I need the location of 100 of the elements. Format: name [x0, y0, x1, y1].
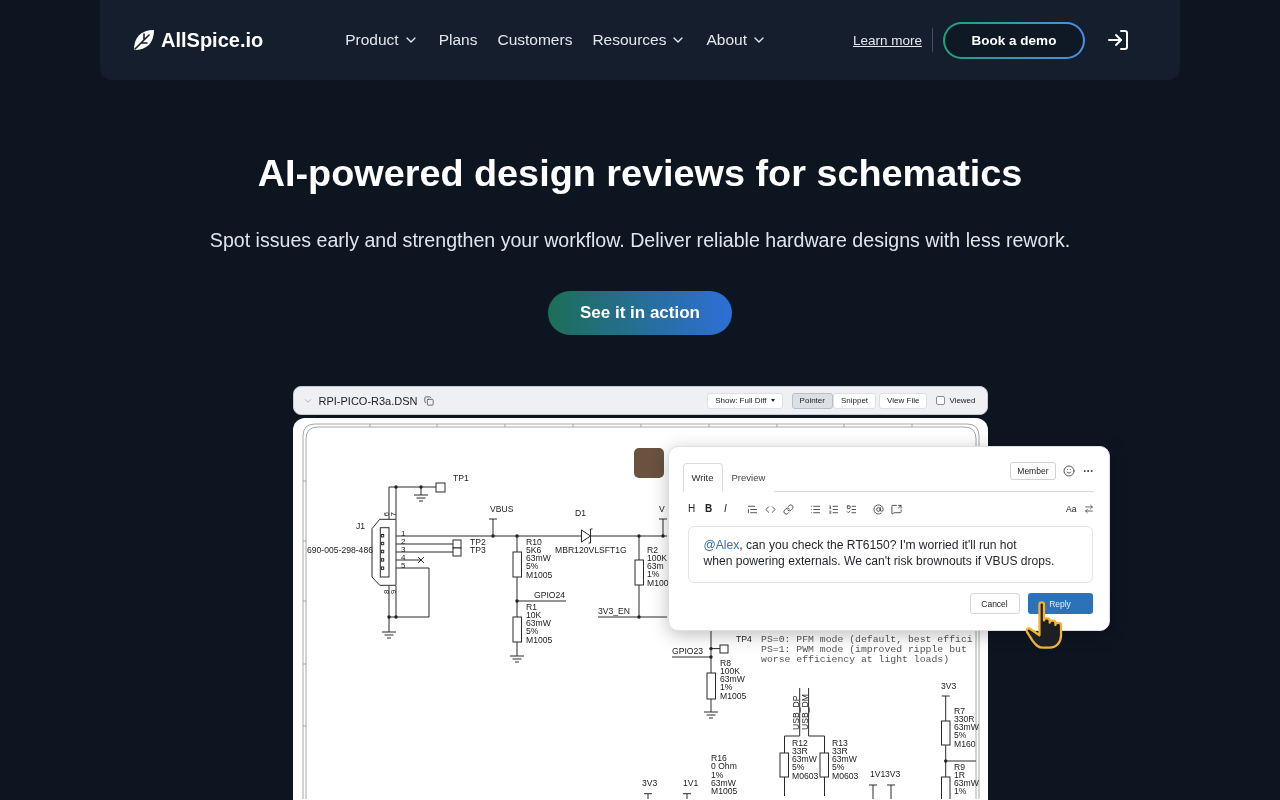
part-label: J1: [355, 521, 365, 531]
part-label: R9 1R 63mW 1%: [953, 761, 979, 797]
wire: [395, 551, 453, 553]
net-label: GPIO24: [533, 589, 565, 600]
pin-number: 7: [388, 512, 397, 517]
part-label: R2 100K 63m 1% M100: [646, 544, 668, 588]
pin-number: 4: [400, 552, 405, 562]
test-point-symbol: [452, 547, 461, 557]
task-list-icon[interactable]: [845, 503, 857, 515]
diode-symbol: [580, 528, 593, 544]
nav-link[interactable]: Customers: [497, 31, 573, 49]
cancel-button[interactable]: Cancel: [969, 593, 1020, 614]
connector-symbol: [371, 518, 396, 586]
part-label: TP1: [452, 472, 469, 483]
comment-text: @Alex, can you check the RT6150? I'm worried it'll run hot when powering externals. We can't risk brownouts if VBUS drops.: [703, 537, 1056, 569]
resistor-symbol: [819, 752, 829, 778]
note-text: PS=0: PFM mode (default, best effici PS=1: PWM mode (improved ripple but worse efficiency at light loads): [760, 633, 973, 665]
login-icon[interactable]: [1106, 28, 1130, 52]
part-label: R13 33R 63mW 5% M0603: [831, 737, 858, 781]
comment-arrow-icon[interactable]: [890, 503, 902, 515]
resistor-symbol: [512, 551, 522, 578]
ground-symbol: [381, 631, 396, 639]
wire: [516, 641, 517, 657]
reply-button[interactable]: Reply: [1027, 593, 1093, 614]
heading-button[interactable]: H: [686, 503, 697, 515]
nav-link[interactable]: Product: [345, 31, 419, 49]
pin-number: 8: [381, 589, 390, 594]
quote-icon[interactable]: [746, 503, 758, 515]
ground-symbol: [509, 655, 524, 663]
caret-icon: [770, 399, 775, 402]
emoji-icon[interactable]: [1062, 465, 1075, 477]
power-port-symbol: [682, 793, 691, 799]
wire: [823, 776, 825, 797]
bulleted-list-icon[interactable]: [809, 503, 821, 515]
resistor-symbol: [512, 616, 522, 643]
wire: [395, 559, 421, 561]
book-demo-button[interactable]: Book a demo: [943, 21, 1085, 59]
net-label: 3V3: [884, 768, 900, 779]
ground-symbol: [703, 711, 718, 719]
junction-dot: [708, 655, 713, 659]
net-label: 3V3_EN: [597, 606, 630, 616]
view-file-button[interactable]: View File: [879, 392, 928, 409]
part-label: R8 100K 63mW 1% M1005: [719, 657, 746, 701]
avatar-placeholder: [633, 448, 664, 478]
hero-subtitle: Spot issues early and strengthen your workflow. Deliver reliable hardware designs with less rework.: [209, 228, 1071, 253]
junction-dot: [393, 485, 398, 489]
nav-link[interactable]: Plans: [438, 31, 478, 49]
pin-number: 3: [400, 544, 405, 554]
resistor-symbol: [940, 720, 950, 746]
power-port-symbol: [658, 518, 667, 537]
wire: [710, 698, 711, 713]
editor-tab[interactable]: Write: [682, 463, 723, 492]
nav-link[interactable]: About: [706, 31, 767, 49]
resistor-symbol: [634, 559, 644, 586]
font-toggle[interactable]: Aa: [1066, 504, 1077, 514]
pin-number: 6: [381, 512, 390, 517]
net-label: VBUS: [489, 504, 513, 514]
view-mode-button[interactable]: Pointer: [791, 392, 833, 409]
resistor-symbol: [779, 752, 789, 778]
power-port-symbol: [886, 784, 895, 799]
part-label: TP4: [735, 633, 752, 644]
file-name: RPI-PICO-R3a.DSN: [318, 394, 418, 407]
comment-input-field[interactable]: @Alex, can you check the RT6150? I'm worried it'll run hot when powering externals. We can't risk brownouts if VBUS drops.: [687, 526, 1093, 583]
junction-dot: [636, 615, 641, 619]
junction-dot: [943, 759, 947, 763]
junction-dot: [708, 646, 713, 651]
resistor-symbol: [706, 672, 716, 700]
viewed-checkbox[interactable]: [936, 396, 946, 405]
test-point-symbol: [719, 644, 728, 654]
power-port-symbol: [643, 793, 652, 799]
part-label: 690-005-298-486: [306, 545, 373, 555]
power-port-symbol: [868, 784, 877, 799]
link-icon[interactable]: [782, 503, 794, 515]
net-label: GPIO23: [671, 645, 703, 656]
junction-dot: [490, 534, 495, 538]
junction-dot: [636, 534, 641, 538]
ground-symbol: [413, 494, 428, 502]
net-label: 3V3: [641, 777, 657, 788]
see-in-action-button[interactable]: See it in action: [548, 291, 732, 335]
swap-arrows-icon[interactable]: [1083, 504, 1094, 514]
pin-number: 9: [388, 589, 397, 594]
checkbox-label[interactable]: Viewed: [949, 396, 976, 405]
junction-dot: [418, 485, 423, 489]
italic-button[interactable]: I: [720, 503, 731, 515]
junction-dot: [386, 615, 391, 619]
view-mode-button[interactable]: Snippet: [832, 392, 877, 409]
nav-link[interactable]: Resources: [592, 31, 687, 49]
junction-dot: [393, 615, 398, 619]
part-label: R16 0 Ohm 1% 63mW M1005: [710, 753, 737, 796]
learn-more-link[interactable]: Learn more: [852, 32, 922, 48]
at-sign-icon[interactable]: [872, 503, 884, 515]
show-diff-dropdown[interactable]: Show: Full Diff: [707, 392, 783, 409]
copy-icon[interactable]: [423, 395, 434, 406]
part-label: MBR120VLSFT1G: [554, 545, 627, 555]
numbered-list-icon[interactable]: [827, 503, 839, 515]
home-logo-link[interactable]: AllSpice.io: [132, 28, 264, 52]
code-icon[interactable]: [764, 503, 776, 515]
wire: [783, 776, 785, 797]
junction-dot: [514, 534, 519, 538]
bold-button[interactable]: B: [703, 503, 714, 515]
